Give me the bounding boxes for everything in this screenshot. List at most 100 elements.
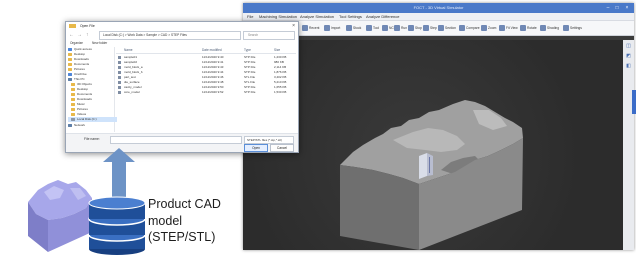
file-icon [118, 86, 121, 89]
file-list: Name Date modified Type Size sample01 11/… [116, 47, 296, 132]
tool-section[interactable]: Section [438, 23, 456, 33]
view-front-icon[interactable]: ◫ [625, 43, 632, 50]
forward-icon[interactable]: → [77, 32, 82, 38]
tool-run[interactable]: Run [394, 23, 407, 33]
menu-analyze-simulation[interactable]: Analyze Simulation [300, 13, 334, 20]
cad-model-caption: Product CAD model (STEP/STL) [148, 196, 258, 246]
folder-icon [71, 108, 75, 111]
stop-icon [408, 25, 414, 31]
folder-icon [71, 103, 75, 106]
tool-label: Rotate [527, 26, 537, 30]
view-iso-icon[interactable]: ◩ [625, 53, 632, 60]
tool-label: Shading [547, 26, 560, 30]
tool-label: Fit View [506, 26, 518, 30]
file-name-input[interactable] [110, 136, 242, 144]
tool-label: Stock [353, 26, 362, 30]
zoom-icon [481, 25, 487, 31]
drive-icon [71, 118, 75, 121]
folder-icon [68, 68, 72, 71]
tool-step[interactable]: Step [423, 23, 437, 33]
caption-line-3: (STEP/STL) [148, 230, 216, 244]
open-button[interactable]: Open [244, 144, 268, 152]
file-icon [118, 61, 121, 64]
3d-viewport[interactable] [243, 40, 623, 250]
nc-icon [382, 25, 388, 31]
menu-machining[interactable]: Machining Simulation [259, 13, 297, 20]
tool-rotate[interactable]: Rotate [520, 23, 537, 33]
simulator-window: FOCT - 3D Virtual Simulator – □ × File M… [243, 3, 634, 250]
search-placeholder: Search [248, 33, 259, 37]
tool-import[interactable]: Import [324, 23, 340, 33]
file-name-label: File name: [84, 137, 100, 141]
file-row[interactable]: core_model 11/12/2020 9:52 STP File 1,530 K… [116, 90, 296, 95]
maximize-icon[interactable]: □ [614, 5, 620, 11]
view-top-icon[interactable]: ◧ [625, 63, 632, 70]
menu-tool-settings[interactable]: Tool Settings [339, 13, 362, 20]
tool-label: Recent [309, 26, 320, 30]
column-date[interactable]: Date modified [202, 47, 222, 53]
nav-item[interactable]: Network [68, 123, 114, 128]
file-name: core_model [124, 90, 140, 94]
close-icon[interactable]: × [624, 5, 630, 11]
tool-fit[interactable]: Fit View [499, 23, 518, 33]
folder-icon [71, 83, 75, 86]
up-icon[interactable]: ↑ [86, 32, 89, 38]
folder-icon [68, 53, 72, 56]
settings-icon [563, 25, 569, 31]
folder-icon [71, 88, 75, 91]
search-input[interactable]: Search [243, 31, 295, 40]
tool-label: Zoom [488, 26, 497, 30]
column-type[interactable]: Type [244, 47, 251, 53]
star-icon [68, 48, 72, 51]
tool-shading[interactable]: Shading [540, 23, 559, 33]
address-path: Local Disk (C:) > Work Data > Sample > C… [103, 33, 187, 37]
edge-accent-bar [632, 90, 636, 114]
tool-recent[interactable]: Recent [302, 23, 319, 33]
navigation-pane: Quick access Desktop Downloads Documents… [68, 47, 117, 132]
tool-compare[interactable]: Compare [459, 23, 480, 33]
menu-bar: File Machining Simulation Analyze Simula… [243, 13, 634, 21]
simulated-stock-model [340, 100, 523, 250]
cloud-icon [68, 73, 72, 76]
minimize-icon[interactable]: – [605, 5, 611, 11]
organize-button[interactable]: Organize [70, 40, 83, 46]
back-icon[interactable]: ← [69, 32, 74, 38]
tool-tool[interactable]: Tool [366, 23, 379, 33]
file-type-select[interactable]: STEP/STL files (*.stp,*.stl) [244, 136, 294, 144]
nav-item-selected[interactable]: Local Disk (C:) [68, 117, 117, 122]
tool-stop[interactable]: Stop [408, 23, 422, 33]
open-file-dialog: Open File × ← → ↑ Local Disk (C:) > Work… [65, 21, 299, 153]
file-icon [118, 76, 121, 79]
tool-settings[interactable]: Settings [563, 23, 582, 33]
title-bar: FOCT - 3D Virtual Simulator – □ × [243, 3, 634, 13]
close-icon[interactable]: × [292, 22, 295, 30]
cancel-button[interactable]: Cancel [270, 144, 294, 152]
shading-icon [540, 25, 546, 31]
menu-analyze-difference[interactable]: Analyze Difference [366, 13, 400, 20]
section-icon [438, 25, 444, 31]
folder-icon [71, 98, 75, 101]
column-size[interactable]: Size [274, 47, 280, 53]
address-bar[interactable]: Local Disk (C:) > Work Data > Sample > C… [99, 31, 241, 40]
tool-nc[interactable]: NC [382, 23, 394, 33]
column-name[interactable]: Name [124, 47, 133, 53]
file-icon [118, 91, 121, 94]
tool-zoom[interactable]: Zoom [481, 23, 496, 33]
file-date: 11/12/2020 9:52 [202, 90, 224, 94]
dialog-title: Open File [80, 24, 95, 28]
caption-line-1: Product CAD [148, 197, 221, 211]
right-tool-strip: ◫ ◩ ◧ [623, 40, 634, 250]
file-type-value: STEP/STL files (*.stp,*.stl) [247, 138, 282, 142]
tool-label: Settings [570, 26, 582, 30]
tool-label: Run [401, 26, 408, 30]
file-size: 1,530 KB [274, 90, 287, 94]
tool-label: Import [331, 26, 341, 30]
fit-icon [499, 25, 505, 31]
tool-label: Compare [466, 26, 480, 30]
menu-file[interactable]: File [247, 13, 253, 20]
tool-label: Tool [373, 26, 380, 30]
folder-icon [68, 58, 72, 61]
address-row: ← → ↑ Local Disk (C:) > Work Data > Samp… [69, 31, 295, 40]
new-folder-button[interactable]: New folder [92, 40, 107, 46]
tool-stock[interactable]: Stock [346, 23, 361, 33]
